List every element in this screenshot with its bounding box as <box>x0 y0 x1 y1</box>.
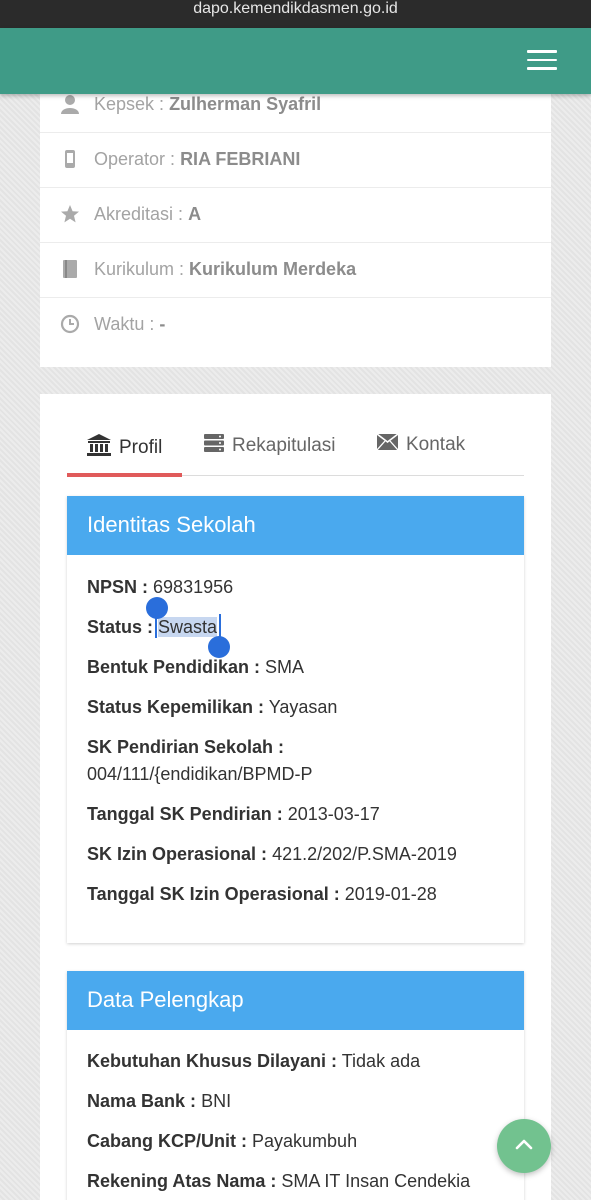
data-pelengkap-panel: Data Pelengkap Kebutuhan Khusus Dilayani… <box>67 971 524 1200</box>
info-label: Kurikulum : <box>94 259 185 279</box>
identitas-sekolah-panel: Identitas Sekolah NPSN : 69831956 Status… <box>67 496 524 943</box>
tab-kontak[interactable]: Kontak <box>376 433 466 456</box>
hamburger-menu-icon[interactable] <box>527 50 557 70</box>
info-row-akreditasi: Akreditasi : A <box>40 188 551 243</box>
chevron-up-icon <box>514 1137 534 1156</box>
field-status: Status : Swasta <box>87 617 218 637</box>
field-rekening-atas-nama: Rekening Atas Nama : SMA IT Insan Cendek… <box>87 1171 471 1191</box>
field-bentuk-pendidikan: Bentuk Pendidikan : SMA <box>87 657 305 677</box>
profile-tabs: Profil Rekapitulasi Kontak <box>67 394 524 477</box>
profile-card: Profil Rekapitulasi Kontak Identitas Sek… <box>40 394 551 1200</box>
tab-label: Kontak <box>406 434 466 455</box>
field-npsn: NPSN : 69831956 <box>87 577 234 597</box>
top-navbar <box>0 28 591 94</box>
selected-text[interactable]: Swasta <box>158 617 218 637</box>
book-icon <box>60 259 80 279</box>
field-status-kepemilikan: Status Kepemilikan : Yayasan <box>87 697 338 717</box>
field-tanggal-sk-izin: Tanggal SK Izin Operasional : 2019-01-28 <box>87 884 437 904</box>
clock-icon <box>60 314 80 334</box>
server-icon <box>204 434 224 458</box>
info-row-kurikulum: Kurikulum : Kurikulum Merdeka <box>40 243 551 298</box>
panel-title: Identitas Sekolah <box>67 496 524 555</box>
info-row-waktu: Waktu : - <box>40 298 551 353</box>
active-tab-indicator <box>67 473 182 477</box>
info-label: Akreditasi : <box>94 204 184 224</box>
info-value: Kurikulum Merdeka <box>189 259 357 279</box>
field-tanggal-sk-pendirian: Tanggal SK Pendirian : 2013-03-17 <box>87 804 380 824</box>
info-value: A <box>188 204 202 224</box>
field-kebutuhan-khusus: Kebutuhan Khusus Dilayani : Tidak ada <box>87 1051 421 1071</box>
info-label: Operator : <box>94 149 176 169</box>
phone-icon <box>60 149 80 169</box>
user-icon <box>60 94 80 114</box>
field-sk-pendirian: SK Pendirian Sekolah :004/111/{endidikan… <box>87 737 313 784</box>
scroll-to-top-button[interactable] <box>497 1119 551 1173</box>
info-label: Waktu : <box>94 314 155 334</box>
info-value: RIA FEBRIANI <box>180 149 301 169</box>
info-value: - <box>159 314 166 334</box>
field-nama-bank: Nama Bank : BNI <box>87 1091 232 1111</box>
tab-label: Rekapitulasi <box>232 435 336 456</box>
field-cabang-kcp: Cabang KCP/Unit : Payakumbuh <box>87 1131 358 1151</box>
url-text: dapo.kemendikdasmen.go.id <box>193 0 398 17</box>
selection-start-handle[interactable] <box>146 597 168 619</box>
school-info-card: Kepsek : Zulherman Syafril Operator : RI… <box>40 78 551 367</box>
star-icon <box>60 204 80 224</box>
tab-label: Profil <box>119 437 163 458</box>
bank-icon <box>87 434 111 462</box>
tab-rekapitulasi[interactable]: Rekapitulasi <box>204 434 336 458</box>
tab-profil[interactable]: Profil <box>87 434 162 462</box>
envelope-icon <box>376 433 399 456</box>
browser-url-bar[interactable]: dapo.kemendikdasmen.go.id <box>0 0 591 28</box>
field-sk-izin-operasional: SK Izin Operasional : 421.2/202/P.SMA-20… <box>87 844 457 864</box>
selection-end-handle[interactable] <box>208 636 230 658</box>
panel-title: Data Pelengkap <box>67 971 524 1030</box>
info-label: Kepsek : <box>94 94 165 114</box>
info-value: Zulherman Syafril <box>169 94 322 114</box>
info-row-operator: Operator : RIA FEBRIANI <box>40 133 551 188</box>
